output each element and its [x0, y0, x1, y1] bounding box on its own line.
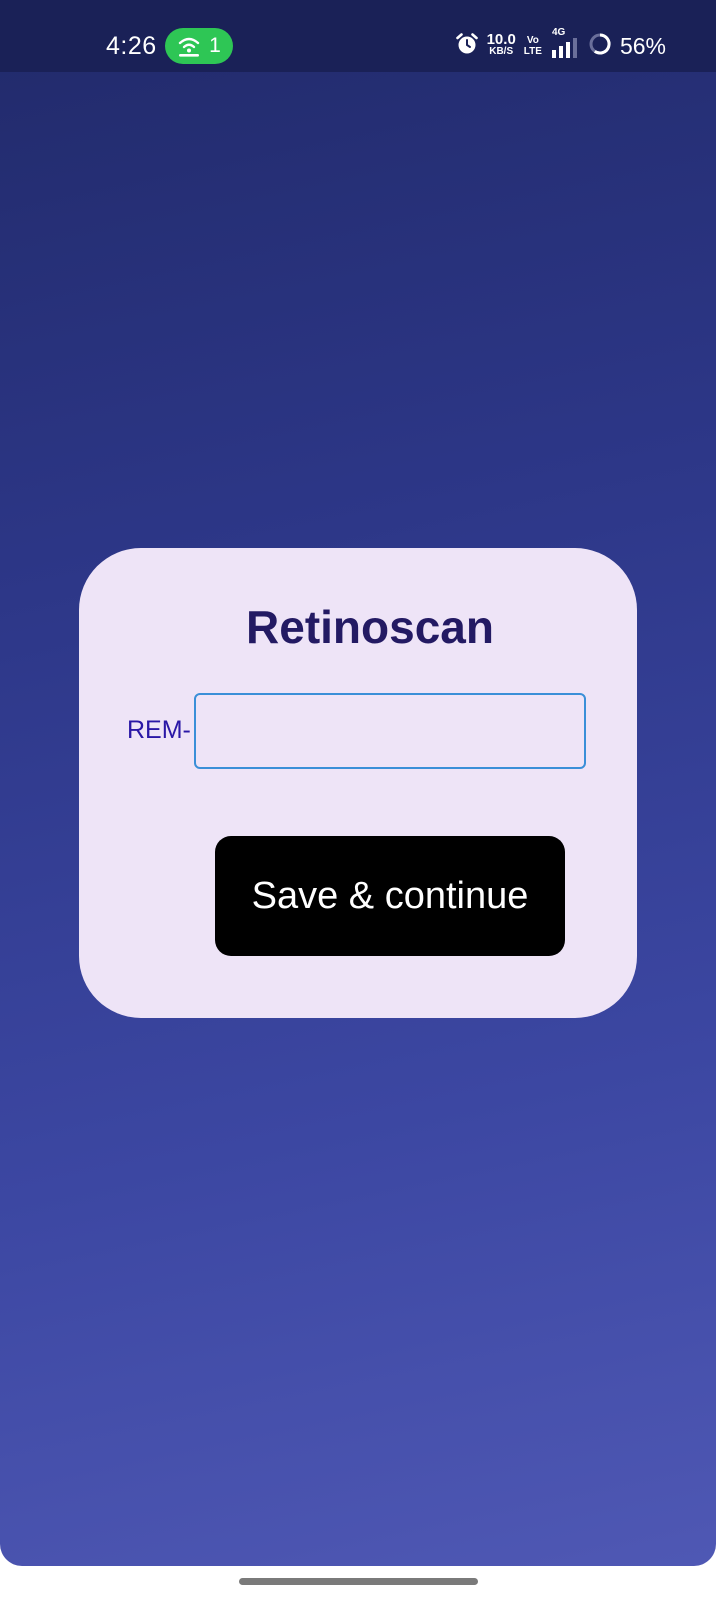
id-entry-card: Retinoscan REM- Save & continue: [79, 548, 637, 1018]
hotspot-icon: [177, 35, 201, 57]
status-bar: 4:26 1 10.0 KB/S Vo LTE 4G 56%: [0, 0, 716, 72]
network-type-label: 4G: [551, 26, 566, 38]
signal-bars-icon: [550, 37, 580, 63]
battery-percent: 56%: [619, 33, 666, 59]
network-speed-value: 10.0: [486, 31, 516, 48]
volte-top-label: Vo: [526, 35, 539, 46]
status-time: 4:26: [106, 32, 157, 60]
patient-id-input[interactable]: [194, 693, 586, 769]
id-prefix-label: REM-: [127, 716, 191, 744]
network-speed-unit: KB/S: [489, 46, 514, 57]
card-title: Retinoscan: [246, 601, 494, 653]
volte-indicator: Vo LTE: [524, 35, 542, 57]
alarm-icon: [455, 32, 479, 61]
network-speed: 10.0 KB/S: [486, 31, 516, 58]
app-screen: 4:26 1 10.0 KB/S Vo LTE 4G 56% Retinosca…: [0, 0, 716, 1600]
hotspot-count: 1: [209, 34, 221, 57]
battery-ring-icon: [588, 32, 612, 61]
signal-strength: 4G: [550, 26, 580, 63]
home-indicator[interactable]: [239, 1578, 478, 1585]
save-continue-button[interactable]: Save & continue: [215, 836, 565, 956]
volte-bottom-label: LTE: [523, 46, 542, 57]
status-icons: 10.0 KB/S Vo LTE 4G 56%: [455, 26, 666, 63]
hotspot-indicator[interactable]: 1: [165, 28, 233, 64]
